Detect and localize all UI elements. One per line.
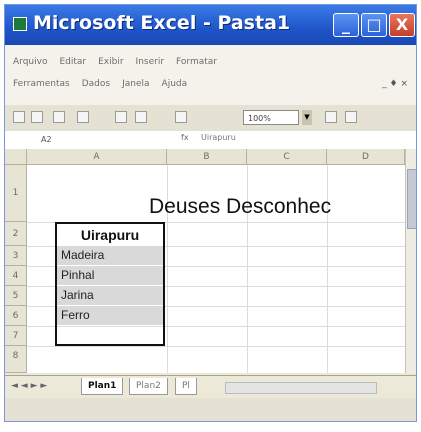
menu-formatar[interactable]: Formatar <box>176 57 217 67</box>
row-header-7[interactable]: 7 <box>5 326 27 346</box>
vertical-scrollbar[interactable] <box>405 149 416 373</box>
menu-editar[interactable]: Editar <box>59 57 86 67</box>
sheet-tab-bar: ◄ ◄ ► ► Plan1 Plan2 Pl <box>5 375 416 398</box>
zoom-dropdown-icon[interactable]: ▼ <box>302 110 312 125</box>
toolbar-options-icon[interactable] <box>325 111 337 123</box>
column-header-c[interactable]: C <box>247 149 327 165</box>
workbook-window-controls[interactable]: _ ♦ × <box>382 79 408 89</box>
window-title: Microsoft Excel - Pasta1 <box>33 12 291 34</box>
column-header-a[interactable]: A <box>27 149 167 165</box>
worksheet-grid[interactable]: A B C D 1 2 3 4 5 6 7 8 Deuses Desconhec… <box>5 149 405 373</box>
menu-row-2: Ferramentas Dados Janela Ajuda <box>13 79 187 89</box>
vertical-scroll-thumb[interactable] <box>407 169 416 229</box>
new-icon[interactable] <box>13 111 25 123</box>
save-icon[interactable] <box>31 111 43 123</box>
column-header-d[interactable]: D <box>327 149 405 165</box>
row-header-1[interactable]: 1 <box>5 165 27 222</box>
font-toolbar-icon[interactable] <box>345 111 357 123</box>
menu-row-1: Arquivo Editar Exibir Inserir Formatar <box>13 57 217 67</box>
column-header-b[interactable]: B <box>167 149 247 165</box>
row-header-6[interactable]: 6 <box>5 306 27 326</box>
status-bar <box>5 398 416 421</box>
menu-ajuda[interactable]: Ajuda <box>162 79 188 89</box>
title-bar[interactable]: Microsoft Excel - Pasta1 _ □ X <box>5 5 416 45</box>
close-button[interactable]: X <box>389 13 415 37</box>
row-header-4[interactable]: 4 <box>5 266 27 286</box>
zoom-select[interactable]: 100% <box>243 110 299 125</box>
chart-wizard-icon[interactable] <box>175 111 187 123</box>
sheet-nav-arrows[interactable]: ◄ ◄ ► ► <box>11 381 47 391</box>
menu-inserir[interactable]: Inserir <box>136 57 165 67</box>
minimize-button[interactable]: _ <box>333 13 359 37</box>
row-header-8[interactable]: 8 <box>5 346 27 373</box>
tab-plan3[interactable]: Pl <box>175 378 197 395</box>
excel-window: Microsoft Excel - Pasta1 _ □ X Arquivo E… <box>4 4 417 422</box>
formula-input[interactable]: Uirapuru <box>201 133 236 142</box>
menu-arquivo[interactable]: Arquivo <box>13 57 47 67</box>
selection-border <box>55 222 165 346</box>
sort-ascending-icon[interactable] <box>115 111 127 123</box>
fx-icon[interactable]: fx <box>181 133 189 142</box>
menu-bar: Arquivo Editar Exibir Inserir Formatar F… <box>5 45 416 106</box>
horizontal-scrollbar[interactable] <box>225 382 377 394</box>
row-header-5[interactable]: 5 <box>5 286 27 306</box>
maximize-button[interactable]: □ <box>361 13 387 37</box>
standard-toolbar: 100% ▼ <box>5 105 416 132</box>
gridline <box>27 346 405 347</box>
sort-descending-icon[interactable] <box>135 111 147 123</box>
menu-exibir[interactable]: Exibir <box>98 57 123 67</box>
tab-plan2[interactable]: Plan2 <box>129 378 168 395</box>
tab-plan1[interactable]: Plan1 <box>81 378 124 395</box>
undo-icon[interactable] <box>77 111 89 123</box>
menu-ferramentas[interactable]: Ferramentas <box>13 79 70 89</box>
name-box[interactable]: A2 <box>11 133 81 146</box>
select-all-corner[interactable] <box>5 149 27 165</box>
print-icon[interactable] <box>53 111 65 123</box>
formula-bar: A2 fx Uirapuru <box>5 131 416 150</box>
row-header-2[interactable]: 2 <box>5 222 27 246</box>
row-header-3[interactable]: 3 <box>5 246 27 266</box>
menu-dados[interactable]: Dados <box>82 79 110 89</box>
cell-title[interactable]: Deuses Desconhec <box>149 195 331 219</box>
excel-app-icon[interactable] <box>13 17 27 31</box>
menu-janela[interactable]: Janela <box>122 79 149 89</box>
